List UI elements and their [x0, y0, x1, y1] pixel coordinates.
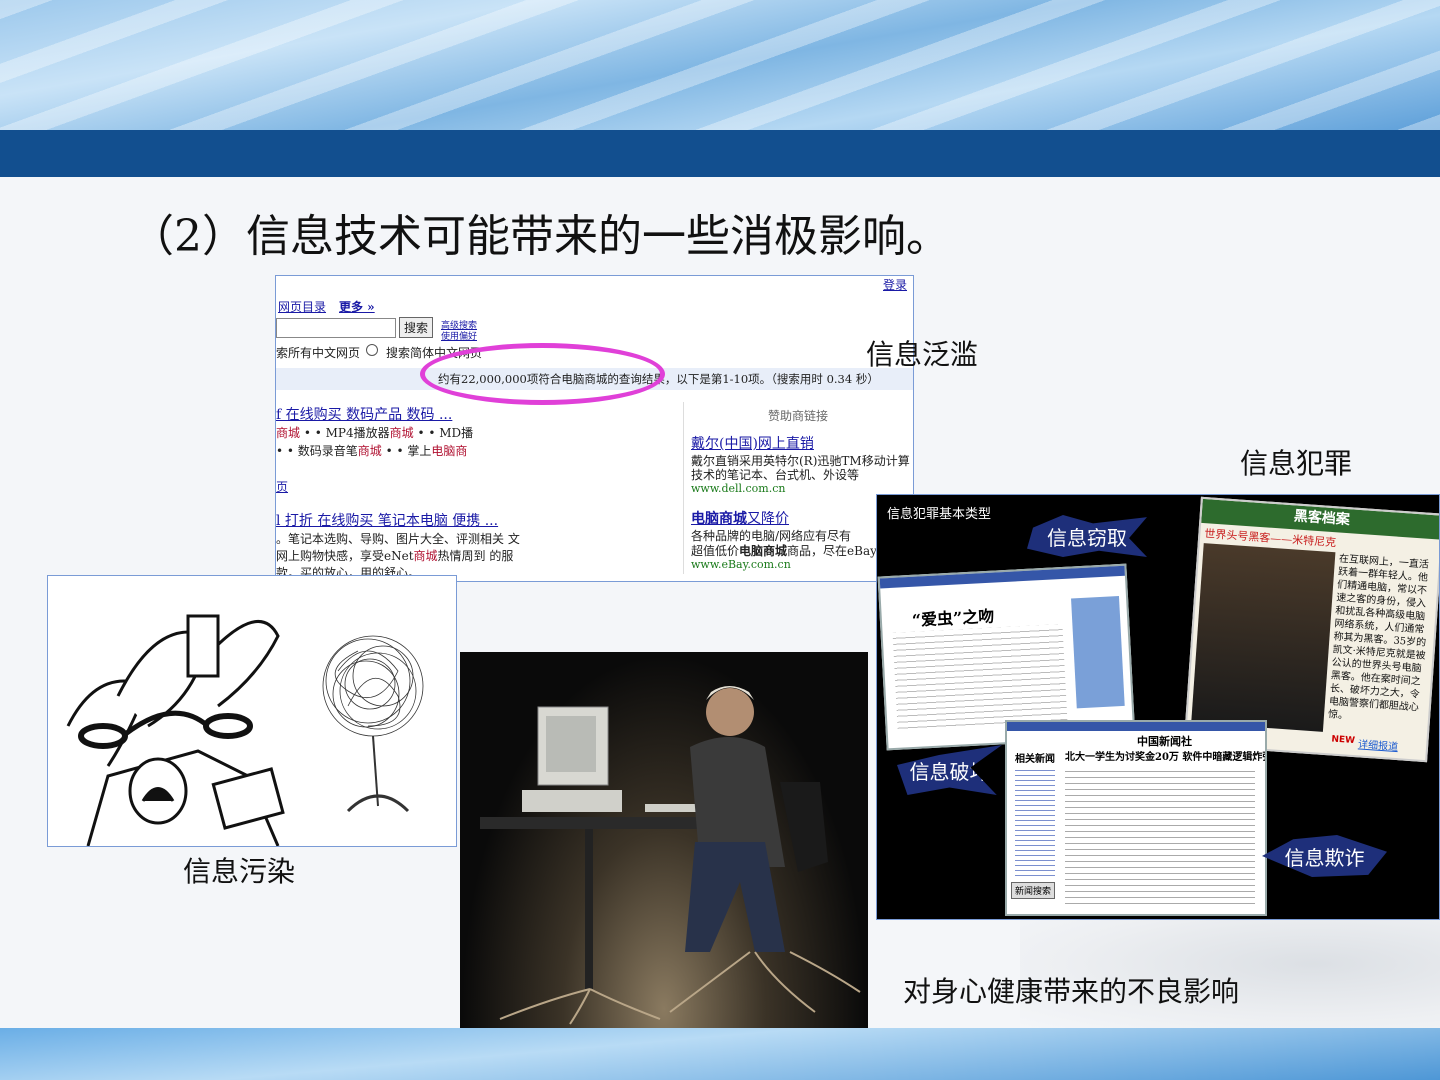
article2-sidebar-links [1015, 766, 1055, 876]
result1-title[interactable]: f 在线购买 数码产品 数码 ... [276, 404, 452, 424]
scope-radio[interactable] [366, 344, 378, 356]
ad1-url[interactable]: www.dell.com.cn [691, 482, 785, 495]
result-page-link[interactable]: 页 [276, 478, 288, 495]
hacker-text: 在互联网上，一直活跃着一群年轻人。他们精通电脑，常以不速之客的身份，侵入和扰乱各… [1327, 553, 1430, 722]
preferences-link[interactable]: 使用偏好 [441, 329, 477, 342]
result2-line2: 网上购物快感，享受eNet商城热情周到 的服 [276, 549, 514, 563]
crime-panel-title: 信息犯罪基本类型 [887, 507, 992, 522]
article1-headline: “爱虫”之吻 [911, 606, 995, 630]
nav-more-link[interactable]: 更多 » [339, 298, 375, 315]
caption-pollution: 信息污染 [183, 855, 296, 888]
bottom-decorative-band [0, 1028, 1440, 1080]
article2-headline: 北大一学生为讨奖金20万 软件中暗藏逻辑炸弹 [1065, 752, 1267, 763]
result2-line1: 。笔记本选购、导购、图片大全、评测相关 文 [276, 532, 520, 546]
ad2-url[interactable]: www.eBay.com.cn [691, 558, 791, 571]
cartoon-drawing [66, 614, 424, 846]
result2-title[interactable]: l 打折 在线购买 笔记本电脑 便携 ... [276, 510, 498, 530]
scope-all-label: 索所有中文网页 [276, 346, 361, 360]
pollution-cartoon [47, 575, 457, 847]
article1-body [892, 624, 1068, 733]
ad1-line2: 技术的笔记本、台式机、外设等 [691, 468, 860, 482]
login-link[interactable]: 登录 [883, 276, 907, 293]
sponsor-divider [683, 402, 684, 574]
caption-overload: 信息泛滥 [866, 338, 979, 371]
ad1-title[interactable]: 戴尔(中国)网上直销 [691, 433, 814, 453]
sponsor-header: 赞助商链接 [768, 409, 829, 423]
nav-directory-link[interactable]: 网页目录 [278, 298, 326, 315]
photo-drawing [480, 686, 861, 1025]
hacker-new-badge: NEW [1331, 734, 1356, 747]
caption-crime: 信息犯罪 [1240, 447, 1353, 480]
window-titlebar [879, 565, 1125, 589]
search-results-screenshot: 登录 网页目录 更多 » 搜索 高级搜索 使用偏好 索所有中文网页 搜索简体中文… [275, 275, 914, 582]
article2-paper: 中国新闻社 [1137, 735, 1192, 748]
article2-body [1065, 766, 1255, 906]
ad2-title[interactable]: 电脑商城又降价 [691, 508, 789, 528]
result1-line1: 商城 • • MP4播放器商城 • • MD播 [276, 426, 474, 440]
article2-sidebar: 相关新闻 [1015, 754, 1055, 765]
man-at-computer-photo [460, 652, 868, 1028]
sabotage-label: 信息破坏 [897, 745, 1002, 795]
fraud-label: 信息欺诈 [1262, 835, 1387, 877]
top-decorative-band [0, 0, 1440, 130]
result1-line2: • • 数码录音笔商城 • • 掌上电脑商 [276, 444, 468, 458]
window-titlebar-2 [1007, 722, 1265, 731]
hacker-photo [1191, 543, 1336, 732]
slide-heading: （2）信息技术可能带来的一些消极影响。 [130, 211, 950, 262]
article1-sidebar-image [1071, 596, 1125, 709]
title-bar [0, 130, 1440, 177]
article2-search-button[interactable]: 新闻搜索 [1011, 882, 1056, 899]
theft-label: 信息窃取 [1027, 515, 1147, 557]
highlight-ellipse [420, 343, 665, 405]
hacker-more-link[interactable]: 详细报道 [1358, 735, 1399, 753]
search-input[interactable] [276, 318, 396, 338]
caption-health: 对身心健康带来的不良影响 [903, 975, 1240, 1008]
info-crime-panel: 信息犯罪基本类型 “爱虫”之吻 黑客档案 世界头号黑客——米特尼克 在互联网上，… [876, 494, 1440, 920]
search-button[interactable]: 搜索 [399, 317, 434, 338]
article-screenshot-2: 中国新闻社 相关新闻 新闻搜索 北大一学生为讨奖金20万 软件中暗藏逻辑炸弹 [1005, 720, 1267, 916]
ad2-line2: 超值低价电脑商城商品，尽在eBay [691, 544, 877, 558]
